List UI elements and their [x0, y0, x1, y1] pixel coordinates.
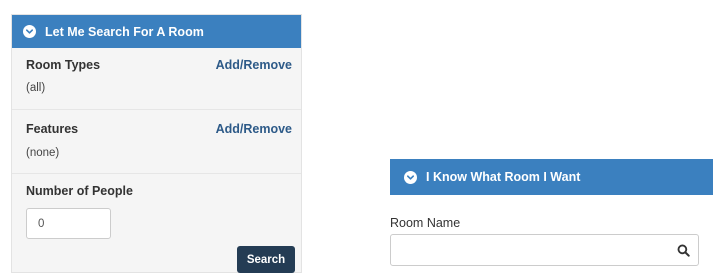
- room-types-value: (all): [26, 82, 46, 94]
- room-name-label: Room Name: [390, 216, 461, 230]
- search-button[interactable]: Search: [237, 246, 295, 273]
- chevron-down-circle-icon: [404, 170, 417, 184]
- chevron-down-circle-icon: [23, 25, 36, 38]
- number-of-people-input[interactable]: [26, 208, 111, 239]
- room-types-label: Room Types: [26, 58, 101, 72]
- magnifier-icon[interactable]: [677, 244, 690, 262]
- number-of-people-label: Number of People: [26, 184, 133, 198]
- room-search-panel-title: Let Me Search For A Room: [45, 24, 204, 39]
- features-label: Features: [26, 122, 79, 136]
- room-types-add-remove-link[interactable]: Add/Remove: [216, 58, 292, 72]
- features-add-remove-link[interactable]: Add/Remove: [216, 122, 292, 136]
- features-value: (none): [26, 147, 60, 159]
- room-search-panel-header[interactable]: Let Me Search For A Room: [12, 15, 301, 48]
- room-name-panel-header[interactable]: I Know What Room I Want: [390, 159, 713, 195]
- room-search-panel: Let Me Search For A Room Room Types Add/…: [11, 14, 302, 273]
- divider: [12, 173, 301, 174]
- room-name-input[interactable]: [391, 235, 671, 265]
- room-name-panel-title: I Know What Room I Want: [426, 170, 581, 184]
- room-name-field: [390, 234, 699, 266]
- divider: [12, 109, 301, 110]
